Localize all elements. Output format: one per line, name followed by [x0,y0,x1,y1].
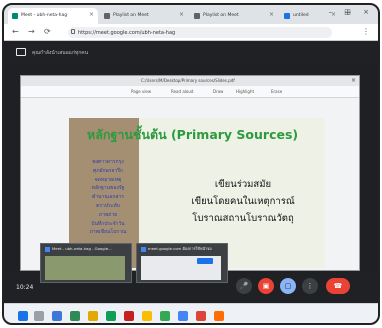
slide-characteristics: เขียนร่วมสมัย เขียนโดยคนในเหตุการณ์ โบรา… [173,176,313,227]
back-arrow-icon[interactable]: ← [12,27,19,36]
list-item: หลักฐานของรัฐ [91,185,125,192]
slide-line: โบราณสถานโบราณวัตถุ [192,213,294,224]
forward-arrow-icon[interactable]: → [28,27,35,36]
tool-erase[interactable]: Erase [271,89,282,94]
meet-favicon-icon [45,246,50,252]
shared-window-title: C:/Users/M/Desktop/Primary sources/Slide… [141,78,235,83]
tab-label: untiled [293,13,309,18]
list-item: จดหมายเหตุ [94,176,122,183]
tool-highlight[interactable]: Highlight [236,89,254,94]
leave-call-icon[interactable]: ☎ [326,278,350,294]
shared-screen-window: C:/Users/M/Desktop/Primary sources/Slide… [20,75,360,271]
meet-favicon-icon [12,13,18,19]
lock-icon [71,29,75,34]
app-icon[interactable] [178,311,188,321]
meet-favicon-icon [141,246,146,252]
app-icon[interactable] [70,311,80,321]
screen-frame: Meet - ubh-neta-hag × Playlist on Meet ×… [2,3,380,325]
tab-close-icon[interactable]: × [179,11,184,18]
window-thumbnail-share[interactable]: meet.google.com ต้องการใช้หน้าจอ [136,243,228,283]
tool-draw[interactable]: Draw [213,89,223,94]
file-explorer-icon[interactable] [88,311,98,321]
close-icon[interactable]: × [351,77,356,84]
slide-title: หลักฐานชั้นต้น (Primary Sources) [87,127,299,142]
window-controls[interactable]: – □ × [329,8,374,16]
list-item: ภาพถ่าย [98,211,118,218]
more-options-icon[interactable]: ⋮ [302,278,318,294]
browser-tab-strip: Meet - ubh-neta-hag × Playlist on Meet ×… [4,5,378,24]
tab-label: Playlist on Meet [113,13,149,18]
tool-page-view[interactable]: Page view [131,89,151,94]
search-icon[interactable] [34,311,44,321]
windows-taskbar [4,303,378,323]
tab-meet[interactable]: Meet - ubh-neta-hag × [8,8,98,24]
browser-menu-icon[interactable]: ⋮ [362,27,370,36]
list-item: ภาพเขียนโบราณ [89,229,127,236]
list-item: ตำนานเอกสาร [92,194,124,201]
tab-close-icon[interactable]: × [89,11,94,18]
reload-icon[interactable]: ⟳ [44,27,51,36]
list-item: บันทึกประจำวัน [91,220,125,227]
tab-label: Meet - ubh-neta-hag [21,13,68,18]
share-confirm-button[interactable] [197,258,213,264]
address-bar-row: ← → ⟳ https://meet.google.com/ubh-neta-h… [4,24,378,41]
present-screen-icon [16,48,26,56]
app-icon[interactable] [160,311,170,321]
app-icon[interactable] [124,311,134,321]
tab-close-icon[interactable]: × [269,11,274,18]
thumbnail-label: meet.google.com ต้องการใช้หน้าจอ [148,246,212,251]
thumbnail-preview [45,256,125,280]
pdf-toolbar: Page view Read aloud Draw Highlight Eras… [21,86,359,98]
meet-control-bar: Meet - ubh-neta-hag - Google... meet.goo… [4,243,378,303]
camera-off-icon[interactable]: ▣ [258,278,274,294]
page-favicon-icon [194,13,200,19]
app-icon[interactable] [106,311,116,321]
presenting-status-text: คุณกำลังนำเสนอแก่ทุกคน [32,50,89,56]
microphone-icon[interactable]: 🎤 [236,278,252,294]
meet-presenting-bar: คุณกำลังนำเสนอแก่ทุกคน [4,41,378,63]
tool-read-aloud[interactable]: Read aloud [171,89,193,94]
slide-source-list: พงศาวดารกรุง ศุภอักษรจารึก จดหมายเหตุ หล… [83,158,133,237]
slide-line: เขียนร่วมสมัย [214,179,272,190]
tab-playlist-2[interactable]: Playlist on Meet × [190,8,278,24]
chrome-icon[interactable] [142,311,152,321]
list-item: พงศาวดารกรุง [92,159,124,165]
app-icon[interactable] [196,311,206,321]
list-item: ศุภอักษรจารึก [93,167,123,174]
window-thumbnail-meet[interactable]: Meet - ubh-neta-hag - Google... [40,243,132,283]
page-favicon-icon [104,13,110,19]
page-favicon-icon [284,13,290,19]
task-view-icon[interactable] [52,311,62,321]
thumbnail-label: Meet - ubh-neta-hag - Google... [52,246,112,251]
meeting-clock: 10:24 [16,284,34,291]
app-icon[interactable] [214,311,224,321]
present-now-icon[interactable]: ▢ [280,278,296,294]
url-text: https://meet.google.com/ubh-neta-hag [78,30,176,36]
shared-window-titlebar: C:/Users/M/Desktop/Primary sources/Slide… [21,76,359,86]
url-input[interactable]: https://meet.google.com/ubh-neta-hag [68,27,332,38]
tab-playlist-1[interactable]: Playlist on Meet × [100,8,188,24]
slide-line: เขียนโดยคนในเหตุการณ์ [191,196,295,207]
list-item: ตราประทับ [96,202,120,209]
tab-label: Playlist on Meet [203,13,239,18]
start-icon[interactable] [18,311,28,321]
